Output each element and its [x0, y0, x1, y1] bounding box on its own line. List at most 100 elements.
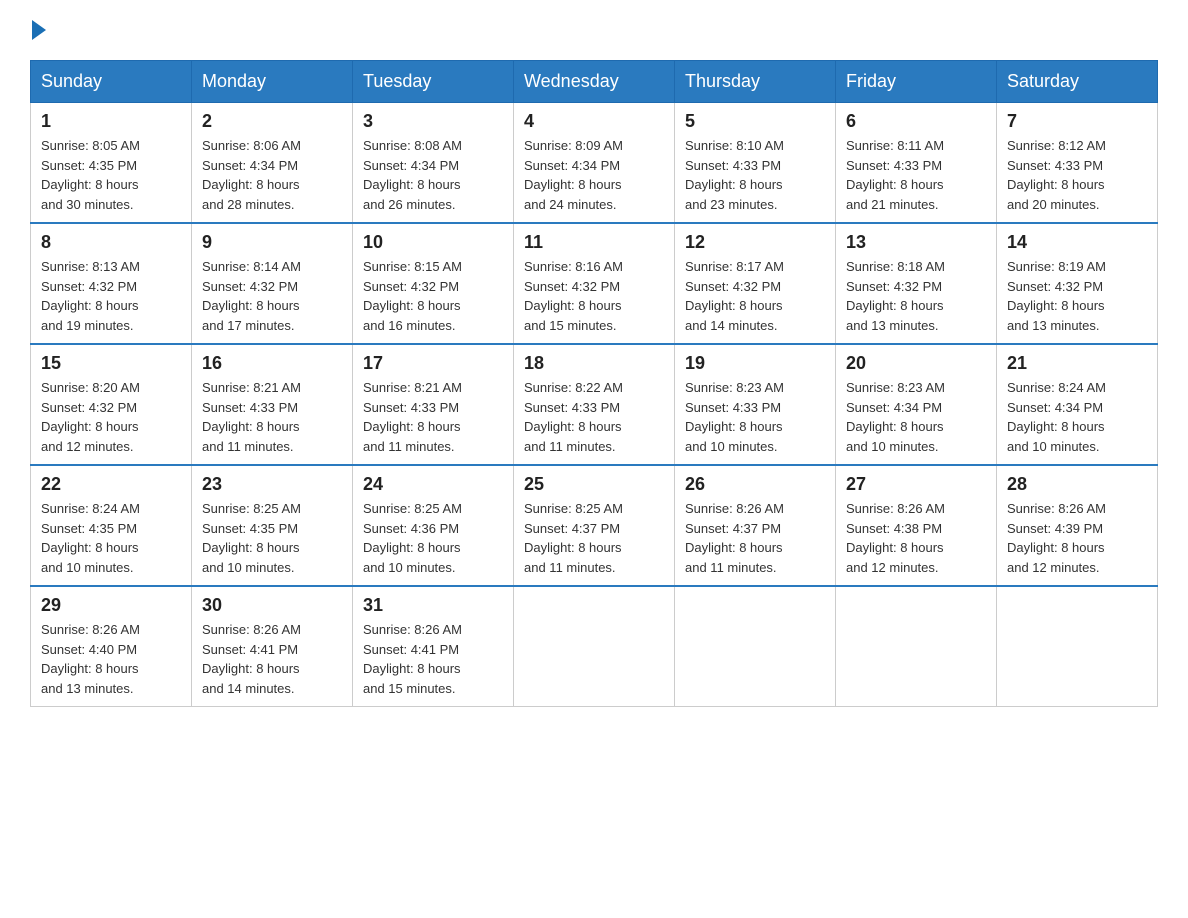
day-number: 11	[524, 232, 664, 253]
day-number: 19	[685, 353, 825, 374]
calendar-week-row: 29Sunrise: 8:26 AMSunset: 4:40 PMDayligh…	[31, 586, 1158, 707]
day-info: Sunrise: 8:23 AMSunset: 4:33 PMDaylight:…	[685, 378, 825, 456]
calendar-day-cell: 25 Sunrise: 8:25 AMSunset: 4:37 PMDayligh…	[514, 465, 675, 586]
day-info: Sunrise: 8:19 AMSunset: 4:32 PMDaylight:…	[1007, 257, 1147, 335]
calendar-day-cell: 1 Sunrise: 8:05 AMSunset: 4:35 PMDaylight…	[31, 103, 192, 224]
day-info: Sunrise: 8:26 AMSunset: 4:41 PMDaylight:…	[202, 620, 342, 698]
header-row: SundayMondayTuesdayWednesdayThursdayFrid…	[31, 61, 1158, 103]
calendar-day-cell: 9 Sunrise: 8:14 AMSunset: 4:32 PMDaylight…	[192, 223, 353, 344]
day-info: Sunrise: 8:25 AMSunset: 4:37 PMDaylight:…	[524, 499, 664, 577]
day-info: Sunrise: 8:23 AMSunset: 4:34 PMDaylight:…	[846, 378, 986, 456]
calendar-table: SundayMondayTuesdayWednesdayThursdayFrid…	[30, 60, 1158, 707]
day-number: 28	[1007, 474, 1147, 495]
day-number: 29	[41, 595, 181, 616]
day-of-week-header: Tuesday	[353, 61, 514, 103]
day-number: 5	[685, 111, 825, 132]
calendar-day-cell: 18 Sunrise: 8:22 AMSunset: 4:33 PMDayligh…	[514, 344, 675, 465]
day-number: 23	[202, 474, 342, 495]
calendar-day-cell: 17 Sunrise: 8:21 AMSunset: 4:33 PMDayligh…	[353, 344, 514, 465]
day-of-week-header: Thursday	[675, 61, 836, 103]
calendar-day-cell: 29Sunrise: 8:26 AMSunset: 4:40 PMDayligh…	[31, 586, 192, 707]
calendar-day-cell: 4 Sunrise: 8:09 AMSunset: 4:34 PMDaylight…	[514, 103, 675, 224]
day-info: Sunrise: 8:14 AMSunset: 4:32 PMDaylight:…	[202, 257, 342, 335]
day-of-week-header: Saturday	[997, 61, 1158, 103]
day-number: 9	[202, 232, 342, 253]
calendar-day-cell: 2 Sunrise: 8:06 AMSunset: 4:34 PMDaylight…	[192, 103, 353, 224]
calendar-day-cell: 3 Sunrise: 8:08 AMSunset: 4:34 PMDaylight…	[353, 103, 514, 224]
day-info: Sunrise: 8:06 AMSunset: 4:34 PMDaylight:…	[202, 136, 342, 214]
calendar-week-row: 15 Sunrise: 8:20 AMSunset: 4:32 PMDayligh…	[31, 344, 1158, 465]
day-number: 14	[1007, 232, 1147, 253]
day-number: 20	[846, 353, 986, 374]
day-number: 22	[41, 474, 181, 495]
calendar-day-cell	[997, 586, 1158, 707]
calendar-day-cell: 6 Sunrise: 8:11 AMSunset: 4:33 PMDaylight…	[836, 103, 997, 224]
calendar-day-cell: 23Sunrise: 8:25 AMSunset: 4:35 PMDayligh…	[192, 465, 353, 586]
calendar-day-cell: 20 Sunrise: 8:23 AMSunset: 4:34 PMDayligh…	[836, 344, 997, 465]
calendar-week-row: 8Sunrise: 8:13 AMSunset: 4:32 PMDaylight…	[31, 223, 1158, 344]
calendar-day-cell: 24 Sunrise: 8:25 AMSunset: 4:36 PMDayligh…	[353, 465, 514, 586]
day-info: Sunrise: 8:05 AMSunset: 4:35 PMDaylight:…	[41, 136, 181, 214]
day-info: Sunrise: 8:22 AMSunset: 4:33 PMDaylight:…	[524, 378, 664, 456]
day-info: Sunrise: 8:08 AMSunset: 4:34 PMDaylight:…	[363, 136, 503, 214]
day-info: Sunrise: 8:24 AMSunset: 4:35 PMDaylight:…	[41, 499, 181, 577]
day-number: 12	[685, 232, 825, 253]
day-info: Sunrise: 8:17 AMSunset: 4:32 PMDaylight:…	[685, 257, 825, 335]
calendar-day-cell	[836, 586, 997, 707]
day-number: 7	[1007, 111, 1147, 132]
calendar-day-cell: 7 Sunrise: 8:12 AMSunset: 4:33 PMDaylight…	[997, 103, 1158, 224]
calendar-day-cell: 31Sunrise: 8:26 AMSunset: 4:41 PMDayligh…	[353, 586, 514, 707]
day-info: Sunrise: 8:21 AMSunset: 4:33 PMDaylight:…	[363, 378, 503, 456]
day-info: Sunrise: 8:26 AMSunset: 4:39 PMDaylight:…	[1007, 499, 1147, 577]
day-number: 24	[363, 474, 503, 495]
calendar-day-cell: 10 Sunrise: 8:15 AMSunset: 4:32 PMDayligh…	[353, 223, 514, 344]
day-of-week-header: Monday	[192, 61, 353, 103]
day-number: 13	[846, 232, 986, 253]
day-number: 15	[41, 353, 181, 374]
day-info: Sunrise: 8:11 AMSunset: 4:33 PMDaylight:…	[846, 136, 986, 214]
calendar-day-cell: 8Sunrise: 8:13 AMSunset: 4:32 PMDaylight…	[31, 223, 192, 344]
calendar-day-cell: 13 Sunrise: 8:18 AMSunset: 4:32 PMDayligh…	[836, 223, 997, 344]
day-number: 4	[524, 111, 664, 132]
calendar-day-cell	[514, 586, 675, 707]
day-info: Sunrise: 8:25 AMSunset: 4:36 PMDaylight:…	[363, 499, 503, 577]
day-info: Sunrise: 8:16 AMSunset: 4:32 PMDaylight:…	[524, 257, 664, 335]
day-of-week-header: Wednesday	[514, 61, 675, 103]
calendar-week-row: 22 Sunrise: 8:24 AMSunset: 4:35 PMDayligh…	[31, 465, 1158, 586]
day-info: Sunrise: 8:10 AMSunset: 4:33 PMDaylight:…	[685, 136, 825, 214]
logo	[30, 20, 48, 40]
calendar-week-row: 1 Sunrise: 8:05 AMSunset: 4:35 PMDaylight…	[31, 103, 1158, 224]
day-info: Sunrise: 8:18 AMSunset: 4:32 PMDaylight:…	[846, 257, 986, 335]
day-of-week-header: Friday	[836, 61, 997, 103]
calendar-day-cell: 28 Sunrise: 8:26 AMSunset: 4:39 PMDayligh…	[997, 465, 1158, 586]
day-info: Sunrise: 8:12 AMSunset: 4:33 PMDaylight:…	[1007, 136, 1147, 214]
day-info: Sunrise: 8:26 AMSunset: 4:37 PMDaylight:…	[685, 499, 825, 577]
day-number: 27	[846, 474, 986, 495]
day-number: 21	[1007, 353, 1147, 374]
day-number: 31	[363, 595, 503, 616]
day-number: 1	[41, 111, 181, 132]
calendar-day-cell: 27Sunrise: 8:26 AMSunset: 4:38 PMDayligh…	[836, 465, 997, 586]
calendar-day-cell: 26Sunrise: 8:26 AMSunset: 4:37 PMDayligh…	[675, 465, 836, 586]
day-number: 18	[524, 353, 664, 374]
day-number: 25	[524, 474, 664, 495]
calendar-day-cell: 22 Sunrise: 8:24 AMSunset: 4:35 PMDayligh…	[31, 465, 192, 586]
calendar-day-cell: 19 Sunrise: 8:23 AMSunset: 4:33 PMDayligh…	[675, 344, 836, 465]
day-number: 10	[363, 232, 503, 253]
day-number: 3	[363, 111, 503, 132]
logo-arrow-icon	[32, 20, 46, 40]
day-number: 6	[846, 111, 986, 132]
day-info: Sunrise: 8:09 AMSunset: 4:34 PMDaylight:…	[524, 136, 664, 214]
calendar-day-cell: 30 Sunrise: 8:26 AMSunset: 4:41 PMDayligh…	[192, 586, 353, 707]
day-number: 30	[202, 595, 342, 616]
day-number: 8	[41, 232, 181, 253]
day-number: 16	[202, 353, 342, 374]
calendar-day-cell	[675, 586, 836, 707]
day-info: Sunrise: 8:20 AMSunset: 4:32 PMDaylight:…	[41, 378, 181, 456]
calendar-day-cell: 5 Sunrise: 8:10 AMSunset: 4:33 PMDaylight…	[675, 103, 836, 224]
day-info: Sunrise: 8:15 AMSunset: 4:32 PMDaylight:…	[363, 257, 503, 335]
day-number: 2	[202, 111, 342, 132]
page-header	[30, 20, 1158, 40]
calendar-day-cell: 21Sunrise: 8:24 AMSunset: 4:34 PMDayligh…	[997, 344, 1158, 465]
day-number: 17	[363, 353, 503, 374]
